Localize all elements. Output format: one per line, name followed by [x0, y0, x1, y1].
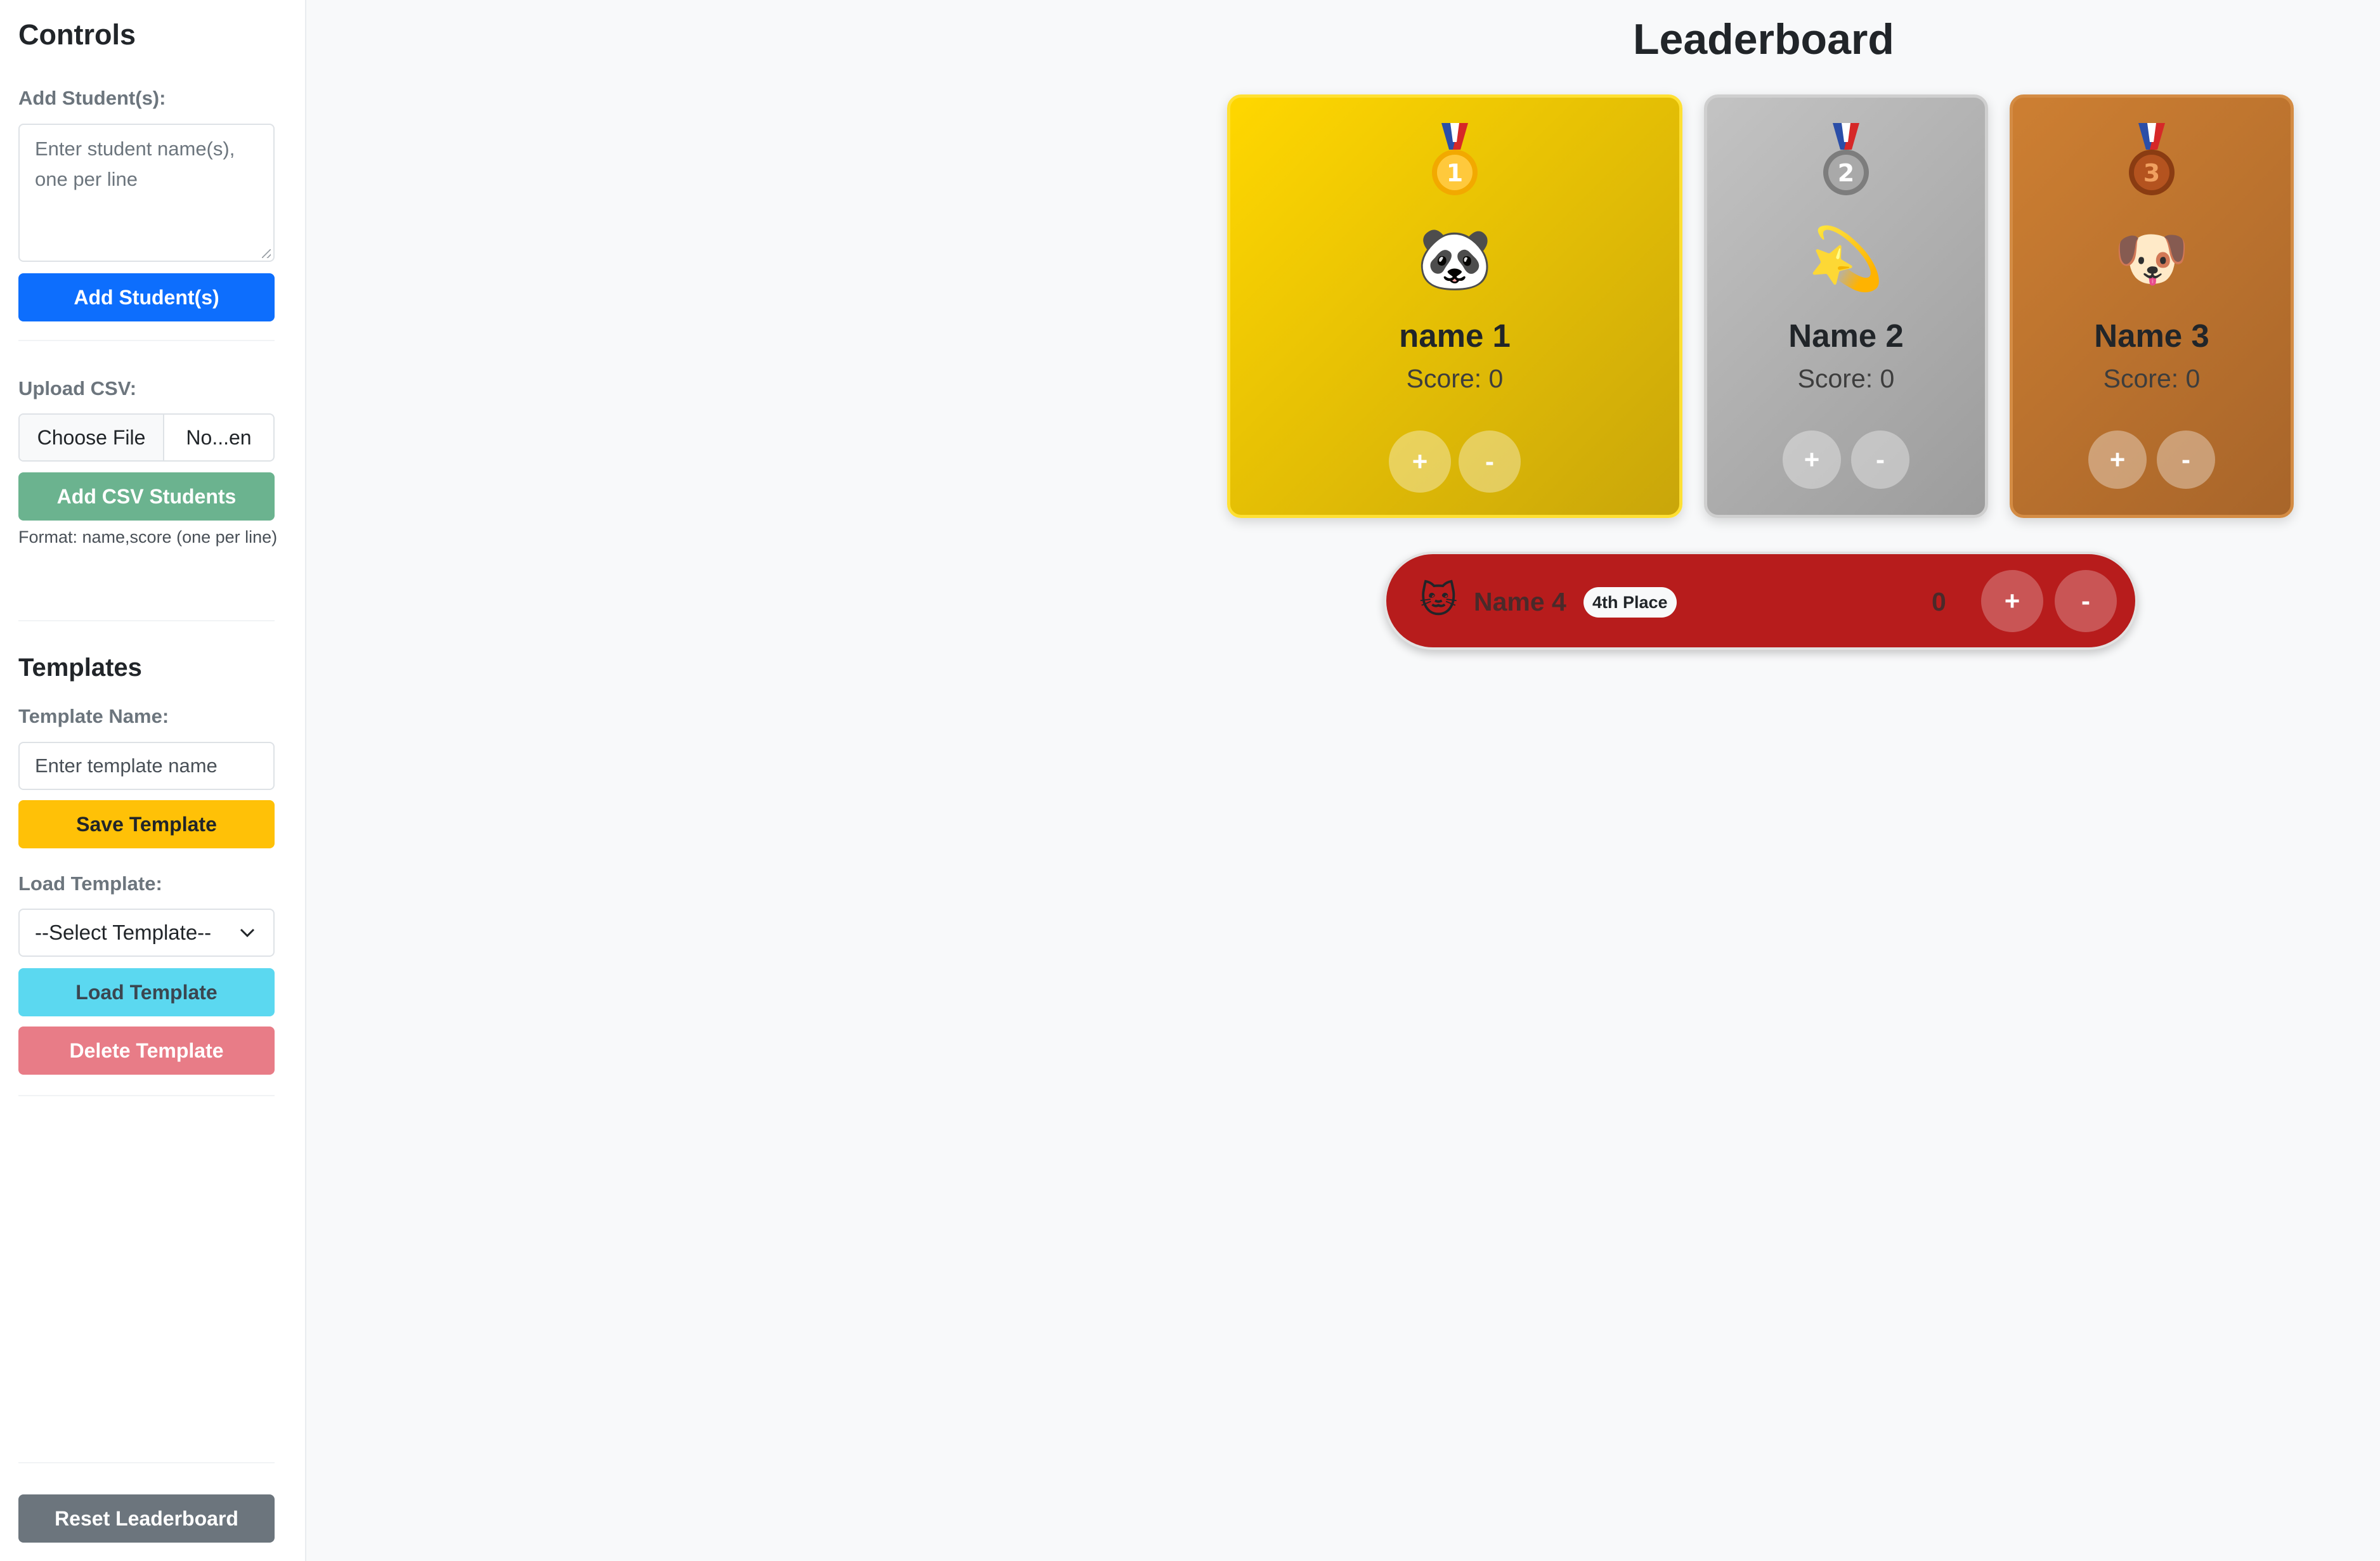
student-name: Name 4 [1474, 587, 1566, 616]
template-select-value: --Select Template-- [35, 921, 212, 944]
place-badge: 4th Place [1583, 587, 1677, 618]
svg-text:1: 1 [1447, 159, 1463, 187]
dizzy-star-icon: 💫 [1808, 225, 1884, 293]
score-controls: + - [1981, 570, 2117, 632]
podium-card-second: 2 💫 Name 2 Score: 0 + - [1704, 94, 1988, 518]
template-select[interactable]: --Select Template-- [18, 909, 275, 957]
choose-file-button[interactable]: Choose File [20, 415, 164, 460]
page-title: Leaderboard [1633, 15, 1894, 63]
student-names-textarea[interactable]: Enter student name(s), one per line [18, 124, 275, 262]
selected-file-name: No...en [186, 425, 252, 449]
student-name: Name 2 [1788, 318, 1904, 354]
score-label: Score: [1406, 364, 1482, 393]
save-template-button[interactable]: Save Template [18, 800, 275, 848]
decrement-score-button[interactable]: - [2157, 431, 2215, 489]
delete-template-button[interactable]: Delete Template [18, 1027, 275, 1075]
leaderboard-row-fourth: 🐱 Name 4 4th Place 0 + - [1384, 552, 2138, 650]
student-name: Name 3 [2094, 318, 2209, 354]
resize-handle-icon[interactable] [262, 249, 271, 258]
podium-card-first: 1 🐼 name 1 Score: 0 + - [1227, 94, 1682, 518]
score-controls: + - [2013, 431, 2291, 489]
decrement-score-button[interactable]: - [1459, 431, 1521, 493]
student-score: Score: 0 [1230, 363, 1679, 394]
podium-card-third: 3 🐶 Name 3 Score: 0 + - [2010, 94, 2294, 518]
panda-icon: 🐼 [1417, 225, 1493, 293]
increment-score-button[interactable]: + [2088, 431, 2147, 489]
cat-icon: 🐱 [1419, 580, 1458, 621]
score-controls: + - [1230, 431, 1679, 493]
student-score: 0 [1932, 587, 1946, 616]
student-score: Score: 0 [1707, 363, 1985, 394]
score-value: 0 [1880, 364, 1895, 393]
decrement-score-button[interactable]: - [1851, 431, 1909, 489]
bronze-medal-icon: 3 [2124, 123, 2179, 198]
section-divider [18, 620, 275, 621]
increment-score-button[interactable]: + [1783, 431, 1841, 489]
templates-title: Templates [18, 654, 142, 682]
controls-title: Controls [18, 18, 136, 51]
svg-text:2: 2 [1838, 159, 1854, 187]
student-score: Score: 0 [2013, 363, 2291, 394]
svg-text:3: 3 [2143, 159, 2160, 187]
student-name: name 1 [1399, 318, 1511, 354]
section-divider [18, 340, 275, 341]
template-name-label: Template Name: [18, 705, 169, 727]
increment-score-button[interactable]: + [1981, 570, 2043, 632]
load-template-button[interactable]: Load Template [18, 968, 275, 1016]
dog-icon: 🐶 [2114, 225, 2190, 293]
decrement-score-button[interactable]: - [2055, 570, 2117, 632]
increment-score-button[interactable]: + [1389, 431, 1451, 493]
student-names-placeholder: Enter student name(s), one per line [35, 138, 235, 190]
silver-medal-icon: 2 [1819, 123, 1873, 198]
gold-medal-icon: 1 [1427, 123, 1482, 198]
score-value: 0 [2185, 364, 2201, 393]
csv-file-input[interactable]: Choose File No...en [18, 413, 275, 462]
score-value: 0 [1488, 364, 1504, 393]
controls-sidebar: Controls Add Student(s): Enter student n… [0, 0, 306, 1561]
reset-leaderboard-button[interactable]: Reset Leaderboard [18, 1494, 275, 1543]
score-controls: + - [1707, 431, 1985, 489]
chevron-down-icon [240, 928, 255, 938]
add-students-label: Add Student(s): [18, 87, 166, 109]
upload-csv-label: Upload CSV: [18, 377, 137, 399]
score-label: Score: [2103, 364, 2179, 393]
section-divider [18, 1462, 275, 1463]
load-template-label: Load Template: [18, 872, 162, 895]
template-name-input[interactable]: Enter template name [18, 742, 275, 790]
csv-format-help: Format: name,score (one per line) [18, 528, 278, 547]
add-students-button[interactable]: Add Student(s) [18, 273, 275, 321]
add-csv-students-button[interactable]: Add CSV Students [18, 472, 275, 521]
template-name-placeholder: Enter template name [35, 755, 218, 777]
score-label: Score: [1797, 364, 1873, 393]
section-divider [18, 1095, 275, 1096]
